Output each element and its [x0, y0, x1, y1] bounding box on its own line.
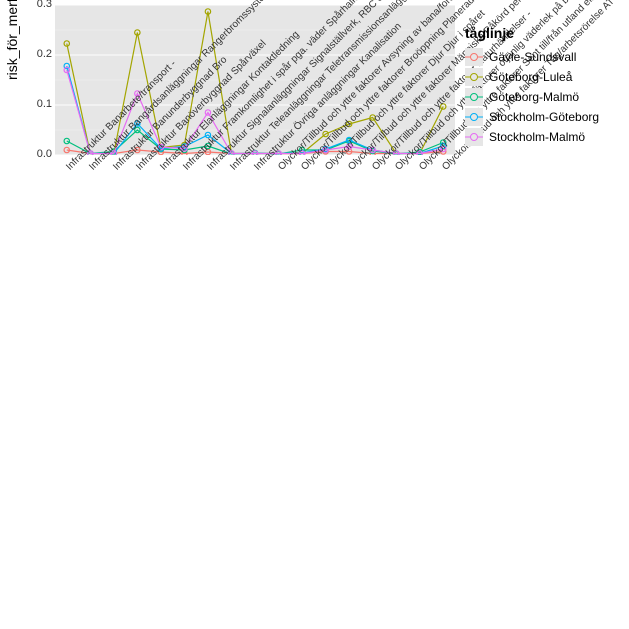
legend-label: Göteborg-Luleå: [489, 70, 572, 84]
x-tick-label: Infrastruktur Framkomlighet i spår pga. …: [182, 162, 193, 173]
x-tick-label: Infrastruktur Signalanläggningar Signals…: [205, 162, 216, 173]
x-tick-label: Infrastruktur Banunderbyggnad Bro: [111, 162, 122, 173]
legend-item: Stockholm-Göteborg: [465, 107, 625, 127]
x-tick-label: Infrastruktur Banöverbyggnad Spårväxel: [135, 162, 146, 173]
x-tick-label: Olyckor/Tillbud och yttre faktorer Natur…: [370, 162, 381, 173]
x-tick-label: Infrastruktur Elanläggningar Kontaktledn…: [158, 162, 169, 173]
legend-swatch: [465, 108, 483, 126]
x-tick-label: Infrastruktur Banarbete/transport -: [64, 162, 75, 173]
y-tick-label: 0.1: [22, 98, 52, 110]
x-tick-label: Olyckor/Tillbud och yttre faktorer Djur …: [323, 162, 334, 173]
y-axis: 0.00.10.20.3: [20, 5, 52, 155]
legend-swatch: [465, 128, 483, 146]
y-tick-label: 0.3: [22, 0, 52, 10]
x-tick-label: Olyckor/Tillbud och yttre faktorer Broöp…: [299, 162, 310, 173]
legend-swatch: [465, 68, 483, 86]
legend: tåglinje Gävle-Sundsvall Göteborg-Luleå Gö…: [465, 25, 625, 147]
x-tick-label: Infrastruktur Övriga anläggningar Kanali…: [252, 162, 263, 173]
x-tick-label: Infrastruktur Teleanläggningar Teletrans…: [229, 162, 240, 173]
legend-item: Göteborg-Luleå: [465, 67, 625, 87]
x-tick-label: Infrastruktur Bangårdsanläggningar Range…: [87, 162, 98, 173]
legend-title: tåglinje: [465, 25, 625, 41]
x-tick-label: Olyckor/Tillbud och yttre faktorer otjän…: [393, 162, 404, 173]
legend-label: Gävle-Sundsvall: [489, 50, 576, 64]
x-tick-label: Olyckor/Tillbud och yttre faktorer Männi…: [346, 162, 357, 173]
x-tick-label: Olyckor/Tillbud och yttre faktorer Avsyn…: [276, 162, 287, 173]
legend-label: Stockholm-Göteborg: [489, 110, 599, 124]
y-tick-label: 0.0: [22, 148, 52, 160]
y-axis-title: risk_för_merförsening: [4, 0, 20, 80]
legend-item: Stockholm-Malmö: [465, 127, 625, 147]
legend-label: Göteborg-Malmö: [489, 90, 579, 104]
legend-swatch: [465, 88, 483, 106]
legend-label: Stockholm-Malmö: [489, 130, 585, 144]
x-tick-label: Olyckor/Tillbud och yttre faktorer Sent …: [417, 162, 428, 173]
legend-item: Gävle-Sundsvall: [465, 47, 625, 67]
legend-item: Göteborg-Malmö: [465, 87, 625, 107]
x-tick-label: Olyckor/Tillbud och yttre faktorer Tåg/a…: [440, 162, 451, 173]
legend-swatch: [465, 48, 483, 66]
y-tick-label: 0.2: [22, 48, 52, 60]
chart-container: risk_för_merförsening 0.0 0.1 0.2 0.3 Infra…: [0, 0, 629, 629]
